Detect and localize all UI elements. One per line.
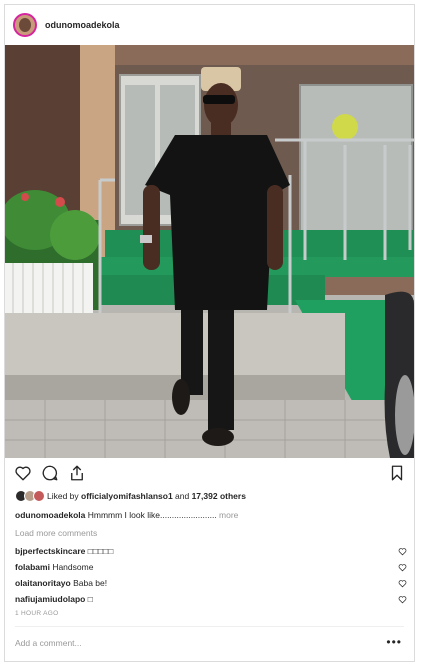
avatar: [33, 490, 45, 502]
post-card: odunomoadekola Liked by officialyomifash…: [4, 4, 415, 662]
add-comment-input[interactable]: Add a comment...: [15, 638, 82, 648]
load-more-comments-link[interactable]: Load more comments: [15, 528, 97, 538]
avatar[interactable]: [13, 13, 37, 37]
liker-username[interactable]: officialyomifashlanso1: [81, 491, 173, 501]
likes-text: Liked by officialyomifashlanso1 and 17,3…: [47, 491, 246, 501]
comment-icon[interactable]: [41, 464, 59, 482]
comment-username[interactable]: nafiujamiudolapo: [15, 594, 85, 604]
comment-item: folabami Handsome: [15, 562, 407, 572]
comment-item: bjperfectskincare □□□□□: [15, 546, 407, 556]
comment-item: nafiujamiudolapo □: [15, 594, 407, 604]
post-photo[interactable]: [5, 45, 414, 458]
caption-text: Hmmmm I look like.......................…: [85, 510, 217, 520]
caption-more-link[interactable]: more: [217, 510, 238, 520]
small-heart-icon[interactable]: [398, 547, 407, 556]
comment-text: Handsome: [49, 562, 94, 572]
comment-username[interactable]: folabami: [15, 562, 50, 572]
comment-text: □: [85, 594, 93, 604]
comment-item: olaitanoritayo Baba be!: [15, 578, 407, 588]
small-heart-icon[interactable]: [398, 579, 407, 588]
comment-username[interactable]: olaitanoritayo: [15, 578, 71, 588]
post-username[interactable]: odunomoadekola: [45, 20, 120, 30]
likes-prefix: Liked by: [47, 491, 82, 501]
comment-username[interactable]: bjperfectskincare: [15, 546, 85, 556]
liker-avatars: [15, 490, 45, 502]
divider: [15, 626, 404, 627]
caption-username[interactable]: odunomoadekola: [15, 510, 85, 520]
likes-row: Liked by officialyomifashlanso1 and 17,3…: [15, 488, 246, 504]
post-header: odunomoadekola: [5, 5, 414, 45]
likes-count[interactable]: 17,392 others: [192, 491, 246, 501]
share-icon[interactable]: [68, 464, 86, 482]
small-heart-icon[interactable]: [398, 563, 407, 572]
action-bar: [5, 462, 414, 486]
comment-text: □□□□□: [85, 546, 114, 556]
small-heart-icon[interactable]: [398, 595, 407, 604]
heart-icon[interactable]: [14, 464, 32, 482]
more-options-button[interactable]: •••: [386, 635, 402, 649]
post-photo-image: [5, 45, 414, 458]
caption: odunomoadekola Hmmmm I look like........…: [15, 510, 238, 520]
likes-conjunction: and: [172, 491, 192, 501]
comment-text: Baba be!: [70, 578, 108, 588]
bookmark-icon[interactable]: [388, 464, 406, 482]
post-timestamp: 1 HOUR AGO: [15, 610, 59, 617]
